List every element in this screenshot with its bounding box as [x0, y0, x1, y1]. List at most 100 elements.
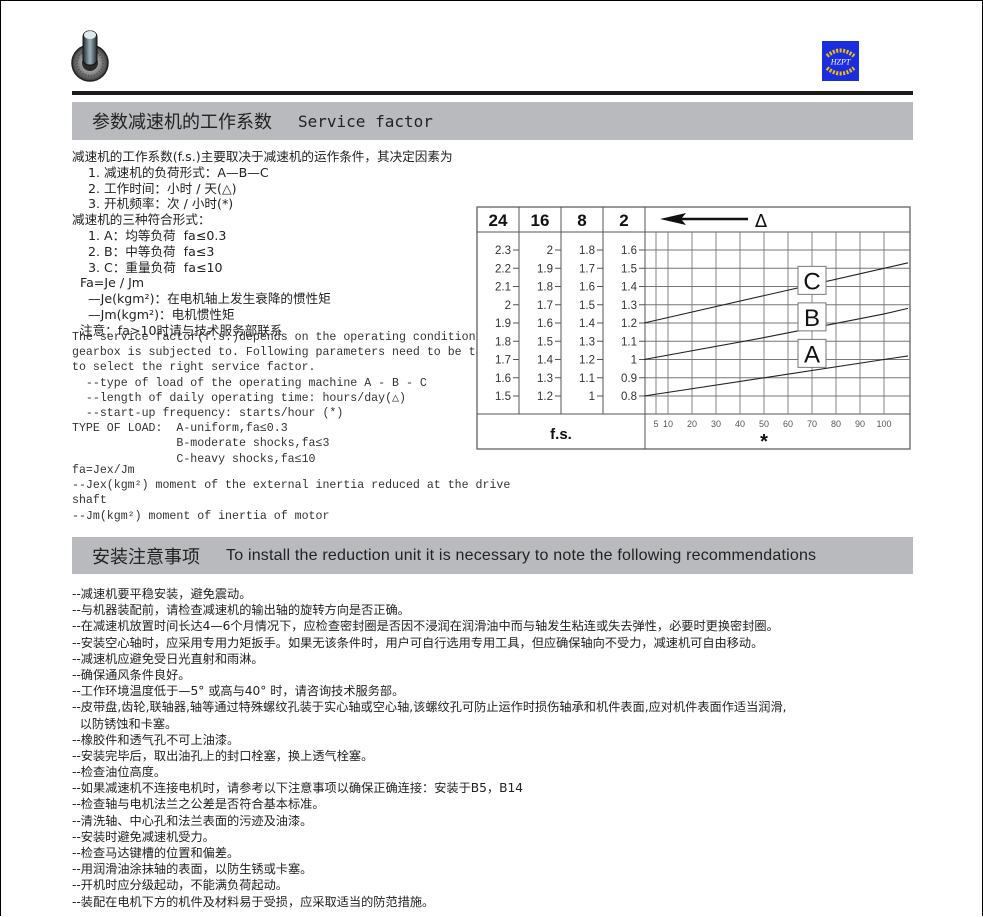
x-tick-label: 50 [759, 419, 769, 429]
delta-label: Δ [755, 211, 768, 232]
text-line: 1. A：均等负荷 fa≤0.3 [72, 227, 227, 243]
curve-label-a: A [804, 341, 820, 368]
section-title-zh: 安装注意事项 [92, 546, 200, 568]
list-item: --检查油位高度。 [72, 765, 167, 780]
list-item: --装配在电机下方的机件及材料易于受损，应采取适当的防范措施。 [72, 894, 435, 909]
tick-label-fs: 1.1 [579, 373, 595, 385]
text-line: --Jm(kgm²) moment of inertia of motor [72, 509, 330, 523]
tick-label-fs: 2.3 [495, 245, 511, 257]
list-item: --安装完毕后，取出油孔上的封口栓塞，换上透气栓塞。 [72, 748, 374, 763]
text-line: gearbox is subjected to. Following param… [72, 346, 497, 360]
x-tick-label: 60 [783, 419, 793, 429]
list-item: --安装时避免减速机受力。 [72, 829, 215, 844]
toggle-switch-icon [71, 30, 109, 82]
tick-label-fs: 0.9 [621, 373, 637, 385]
x-tick-label: 40 [735, 419, 745, 429]
tick-label-fs: 1.1 [621, 336, 637, 348]
list-item: --安装空心轴时，应采用专用力矩扳手。如果无该条件时，用户可自行选用专用工具，但… [72, 635, 764, 650]
list-item: --工作环境温度低于—5° 或高与40° 时，请咨询技术服务部。 [72, 684, 405, 699]
text-line: 1. 减速机的负荷形式：A—B—C [72, 164, 269, 180]
text-line: --Jex(kgm²) moment of the external inert… [72, 479, 511, 493]
column-header-hours: 8 [577, 211, 586, 230]
section-header-installation: 安装注意事项 To install the reduction unit it … [72, 537, 913, 574]
tick-label-fs: 1.5 [621, 263, 637, 275]
list-item: --减速机要平稳安装，避免震动。 [72, 587, 252, 601]
tick-label-fs: 1.7 [579, 263, 595, 275]
text-line: 减速机的工作系数(f.s.)主要取决于减速机的运作条件，其决定因素为 [72, 149, 453, 164]
x-tick-label: 90 [855, 419, 865, 429]
gear-logo-icon: HZPT [822, 41, 859, 81]
x-tick-label: 5 [653, 419, 658, 429]
tick-label-fs: 1.4 [579, 318, 596, 330]
x-tick-label: 80 [831, 419, 841, 429]
inertia-formula-en: fa=Jex/Jm --Jex(kgm²) moment of the exter… [72, 463, 510, 524]
tick-label-fs: 1.7 [537, 300, 553, 312]
text-line: --start-up frequency: starts/hour (*) [72, 407, 344, 421]
text-line: --type of load of the operating machine … [72, 376, 427, 390]
tick-label-fs: 1.5 [537, 336, 553, 348]
section-title-zh: 参数减速机的工作系数 [92, 112, 272, 133]
service-factor-description-zh: 减速机的工作系数(f.s.)主要取决于减速机的运作条件，其决定因素为 1. 减速… [72, 149, 453, 339]
list-item: --用润滑油涂抹轴的表面，以防生锈或卡塞。 [72, 862, 313, 877]
tick-label-fs: 0.8 [621, 391, 637, 403]
text-line: TYPE OF LOAD: A-uniform,fa≤0.3 [72, 422, 288, 436]
tick-label-fs: 2.2 [495, 263, 511, 275]
list-item: --确保通风条件良好。 [72, 667, 191, 682]
tick-label-fs: 1.5 [579, 300, 595, 312]
column-header-hours: 16 [531, 211, 550, 230]
text-line: --length of daily operating time: hours/… [72, 391, 406, 405]
tick-label-fs: 1.2 [579, 355, 595, 367]
column-header-hours: 24 [489, 211, 508, 230]
tick-label-fs: 1.2 [537, 391, 553, 403]
x-tick-label: 30 [711, 419, 721, 429]
text-line: Fa=Je / Jm [72, 275, 145, 291]
x-tick-label: 100 [876, 419, 891, 429]
tick-label-fs: 1.6 [579, 282, 595, 294]
service-factor-description-en: The service factor(f.s.)depends on the o… [72, 330, 510, 467]
tick-label-fs: 1.6 [537, 318, 553, 330]
text-line: B-moderate shocks,fa≤3 [72, 437, 330, 451]
x-tick-label: 70 [807, 419, 817, 429]
tick-label-fs: 1.6 [495, 373, 511, 385]
list-item: --皮带盘,齿轮,联轴器,轴等通过特殊螺纹孔装于实心轴或空心轴,该螺纹孔可防止运… [72, 700, 787, 715]
tick-label-fs: 1.9 [495, 318, 511, 330]
tick-label-fs: 1.3 [579, 336, 595, 348]
text-line: 减速机的三种符合形式： [72, 212, 211, 228]
text-line: 2. 工作时间：小时 / 天(△) [72, 180, 237, 196]
text-line: to select the right service factor. [72, 361, 316, 375]
tick-label-fs: 2 [547, 245, 553, 257]
list-item: --开机时应分级起动，不能满负荷起动。 [72, 878, 288, 893]
tick-label-fs: 2 [505, 300, 511, 312]
x-tick-label: 10 [663, 419, 673, 429]
tick-label-fs: 1.8 [579, 245, 595, 257]
text-line: —Je(kgm²)：在电机轴上发生衰降的惯性矩 [72, 291, 331, 307]
text-line: 3. 开机频率：次 / 小时(*) [72, 196, 234, 212]
list-item: --在减速机放置时间长达4—6个月情况下，应检查密封圈是否因不浸润在润滑油中而与… [72, 619, 779, 634]
text-line: 3. C：重量负荷 fa≤10 [72, 259, 223, 275]
tick-label-fs: 1.8 [537, 282, 553, 294]
tick-label-fs: 1.2 [621, 318, 637, 330]
tick-label-fs: 1.3 [537, 373, 553, 385]
list-item: --检查轴与电机法兰之公差是否符合基本标准。 [72, 797, 325, 812]
x-tick-label: 20 [687, 419, 697, 429]
tick-label-fs: 1.3 [621, 300, 637, 312]
service-factor-chart: 24 2.3 2.2 2.1 2 1.9 1.8 1.7 1.6 1.5 16 2 1.9 1.8 1.7 1… [476, 206, 911, 452]
tick-label-fs: 2.1 [495, 282, 511, 294]
x-axis-label: * [760, 431, 768, 452]
text-line: fa=Jex/Jm [72, 464, 135, 477]
curve-label-c: C [803, 268, 820, 295]
list-item: --如果减速机不连接电机时，请参考以下注意事项以确保正确连接：安装于B5，B14 [72, 781, 523, 796]
tick-label-fs: 1.4 [621, 282, 638, 294]
tick-label-fs: 1.5 [495, 391, 511, 403]
tick-label-fs: 1.7 [495, 355, 511, 367]
text-line: The service factor(f.s.)depends on the o… [72, 331, 511, 344]
list-item: --清洗轴、中心孔和法兰表面的污迹及油漆。 [72, 813, 313, 828]
list-item: --检查马达键槽的位置和偏差。 [72, 846, 240, 860]
tick-label-fs: 1.8 [495, 336, 511, 348]
tick-label-fs: 1.9 [537, 263, 553, 275]
list-item: --橡胶件和透气孔不可上油漆。 [72, 732, 240, 747]
section-header-service-factor: 参数减速机的工作系数 Service factor [72, 102, 913, 140]
section-title-en: To install the reduction unit it is nece… [226, 546, 817, 564]
tick-label-fs: 1 [589, 391, 595, 403]
section-title-en: Service factor [298, 111, 433, 131]
